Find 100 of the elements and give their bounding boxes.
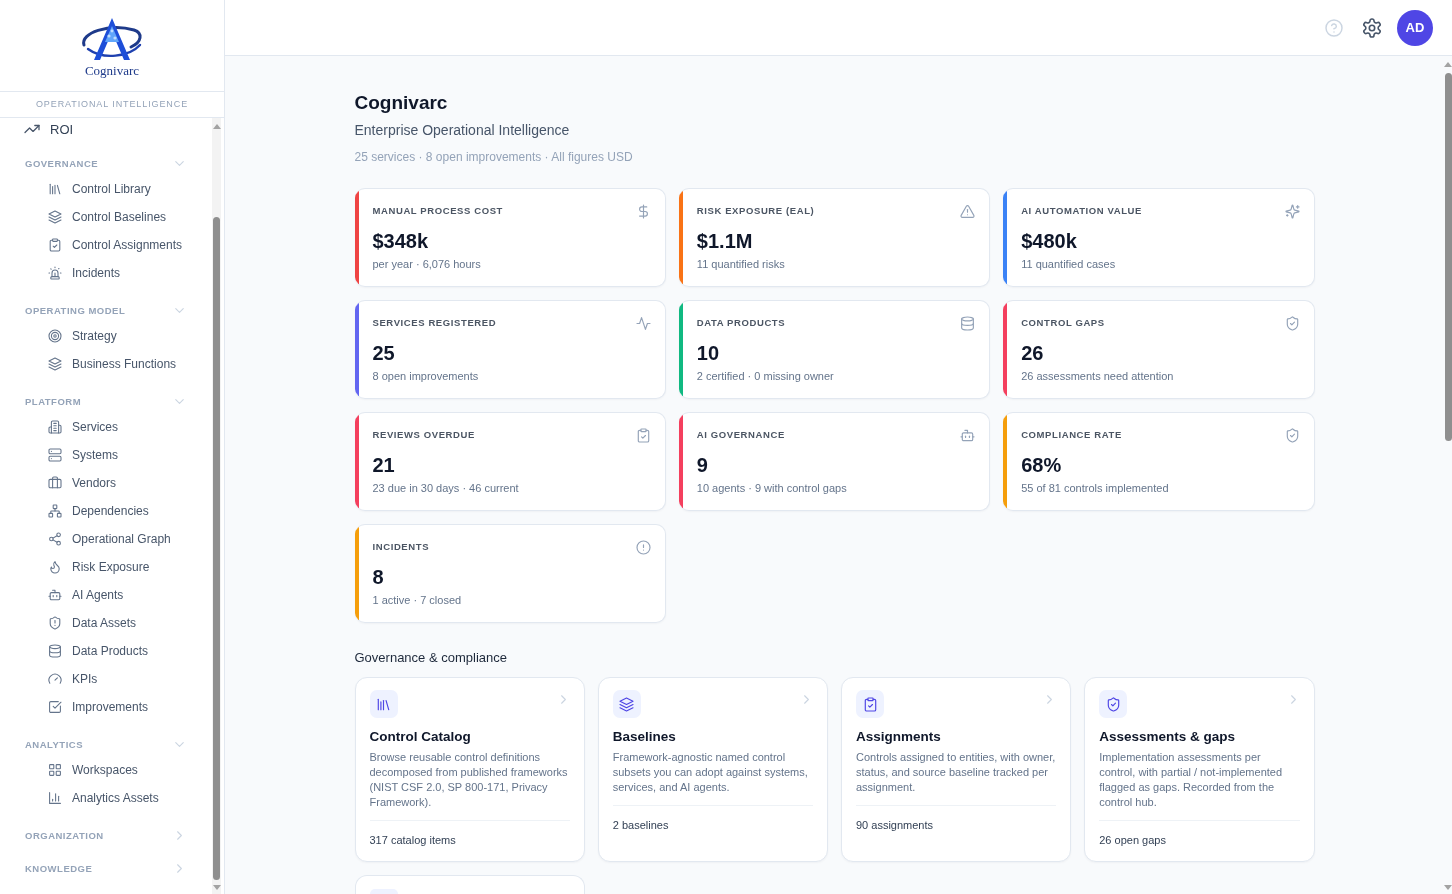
- nav-item[interactable]: Operational Graph: [0, 525, 212, 553]
- page-meta: 25 services · 8 open improvements · All figures USD: [354, 149, 634, 165]
- chevron-down-icon: [175, 160, 184, 166]
- help-icon: [1326, 19, 1342, 36]
- pulse-icon: [636, 316, 650, 330]
- scroll-up-icon[interactable]: [212, 124, 221, 129]
- nav-item[interactable]: Data Assets: [0, 609, 212, 637]
- metric-label: REVIEWS OVERDUE: [372, 428, 475, 442]
- robot-icon: [49, 589, 61, 601]
- share-icon: [49, 533, 61, 545]
- metric-note: per year · 6,076 hours: [372, 257, 482, 271]
- briefcase-icon: [49, 477, 61, 489]
- nav-item[interactable]: Systems: [0, 441, 212, 469]
- nav-item[interactable]: Services: [0, 413, 212, 441]
- card-footer: 90 assignments: [856, 818, 1057, 832]
- nav-item[interactable]: Vendors: [0, 469, 212, 497]
- metric-value: $480k: [1021, 229, 1078, 254]
- metric-value: 9: [696, 453, 709, 478]
- metric-note: 10 agents · 9 with control gaps: [696, 481, 848, 495]
- metric-value: 10: [696, 341, 721, 366]
- metric-value: 25: [372, 341, 396, 366]
- card-description: Framework-agnostic named control subsets you can adopt against systems, services, and AI agents.: [612, 750, 809, 795]
- scrollbar-thumb[interactable]: [213, 217, 220, 880]
- chevron-right-icon: [1047, 695, 1053, 704]
- feature-card[interactable]: Baselines Framework-agnostic named control subsets you can adopt against systems, services, and AI agents. 2 baselines: [597, 677, 828, 862]
- metric-value: $1.1M: [696, 229, 754, 254]
- shield-check-icon: [1285, 316, 1299, 330]
- nav-item[interactable]: Business Functions: [0, 350, 212, 378]
- nav-item[interactable]: Dependencies: [0, 497, 212, 525]
- nav-item[interactable]: Strategy: [0, 322, 212, 350]
- metric-label: INCIDENTS: [372, 540, 430, 554]
- clipboard-check-icon: [856, 690, 884, 718]
- metric-label: SERVICES REGISTERED: [372, 316, 497, 330]
- clipboard-check-icon: [49, 239, 61, 251]
- trend-up-icon: [25, 122, 39, 136]
- feature-card[interactable]: [354, 875, 585, 894]
- metric-label: MANUAL PROCESS COST: [372, 204, 503, 218]
- card-footer: 2 baselines: [612, 818, 813, 832]
- shield-check-icon: [1099, 690, 1128, 718]
- metric-value: $348k: [372, 229, 430, 254]
- metric-label: AI GOVERNANCE: [696, 428, 785, 442]
- nav-item[interactable]: KPIs: [0, 665, 212, 693]
- sparkles-icon: [1285, 204, 1299, 218]
- database-icon: [961, 316, 975, 330]
- nav-item[interactable]: Analytics Assets: [0, 784, 212, 812]
- card-title: Baselines: [612, 728, 677, 746]
- layers-icon: [612, 690, 641, 718]
- nav-item[interactable]: AI Agents: [0, 581, 212, 609]
- metric-note: 8 open improvements: [372, 369, 480, 383]
- scroll-down-icon[interactable]: [212, 885, 221, 890]
- card-title: Assignments: [856, 728, 942, 746]
- metric-value: 68%: [1021, 453, 1063, 478]
- scroll-up-icon[interactable]: [1444, 62, 1452, 67]
- layers-icon: [49, 211, 61, 223]
- feature-card[interactable]: Assessments & gaps Implementation assessments per control, with partial / not-implemented flagged as gaps. Recorded from the control hub. 26 open gaps: [1084, 677, 1315, 862]
- bar-chart-icon: [49, 792, 61, 804]
- check-square-icon: [49, 701, 61, 713]
- building-icon: [49, 421, 61, 433]
- network-icon: [49, 505, 61, 517]
- flame-icon: [49, 561, 61, 573]
- chevron-right-icon: [560, 695, 566, 704]
- chevron-right-icon: [177, 863, 182, 873]
- metric-note: 11 quantified risks: [696, 257, 786, 271]
- logo-text: Cognivarc: [84, 63, 140, 78]
- card-title: Control Catalog: [369, 728, 472, 746]
- metric-value: 21: [372, 453, 396, 478]
- chevron-right-icon: [177, 830, 182, 840]
- metric-note: 2 certified · 0 missing owner: [696, 369, 835, 383]
- chevron-down-icon: [175, 307, 184, 313]
- page-subtitle: Enterprise Operational Intelligence: [354, 121, 571, 140]
- books-icon: [49, 183, 61, 195]
- nav-item[interactable]: Control Assignments: [0, 231, 212, 259]
- avatar-button[interactable]: AD: [1397, 9, 1433, 46]
- metric-label: DATA PRODUCTS: [696, 316, 786, 330]
- grid-icon: [49, 764, 61, 776]
- nav-item[interactable]: Risk Exposure: [0, 553, 212, 581]
- feature-card[interactable]: Assignments Controls assigned to entities, with owner, status, and source baseline tracked per assignment. 90 assignments: [841, 677, 1072, 862]
- nav-item[interactable]: Incidents: [0, 259, 212, 287]
- chevron-down-icon: [175, 741, 184, 747]
- settings-icon: [1363, 18, 1381, 37]
- nav-item[interactable]: Control Baselines: [0, 203, 212, 231]
- nav-item[interactable]: Data Products: [0, 637, 212, 665]
- card-description: Browse reusable control definitions decomposed from published frameworks (NIST CSF 2.0, SP 800-171, Privacy Framework).: [369, 750, 569, 810]
- card-description: Controls assigned to entities, with owner, status, and source baseline tracked per assignment.: [856, 750, 1057, 795]
- scrollbar-thumb[interactable]: [1444, 73, 1452, 441]
- card-title: Assessments & gaps: [1099, 728, 1237, 746]
- nav-item[interactable]: Improvements: [0, 693, 212, 721]
- shield-check-icon: [1285, 428, 1299, 442]
- nav-item[interactable]: Workspaces: [0, 756, 212, 784]
- scroll-down-icon[interactable]: [1444, 885, 1452, 890]
- metric-value: 26: [1021, 341, 1045, 366]
- feature-card[interactable]: Control Catalog Browse reusable control definitions decomposed from published frameworks (NIST CSF 2.0, SP 800-171, Privacy Framework). 317 catalog items: [354, 677, 585, 862]
- metric-note: 55 of 81 controls implemented: [1021, 481, 1170, 495]
- metric-label: RISK EXPOSURE (EAL): [696, 204, 815, 218]
- page-title: Cognivarc: [354, 91, 449, 115]
- nav-item[interactable]: ROI: [0, 118, 212, 140]
- metric-label: AI AUTOMATION VALUE: [1021, 204, 1142, 218]
- target-icon: [49, 330, 61, 342]
- nav-item[interactable]: Control Library: [0, 175, 212, 203]
- metric-label: COMPLIANCE RATE: [1021, 428, 1122, 442]
